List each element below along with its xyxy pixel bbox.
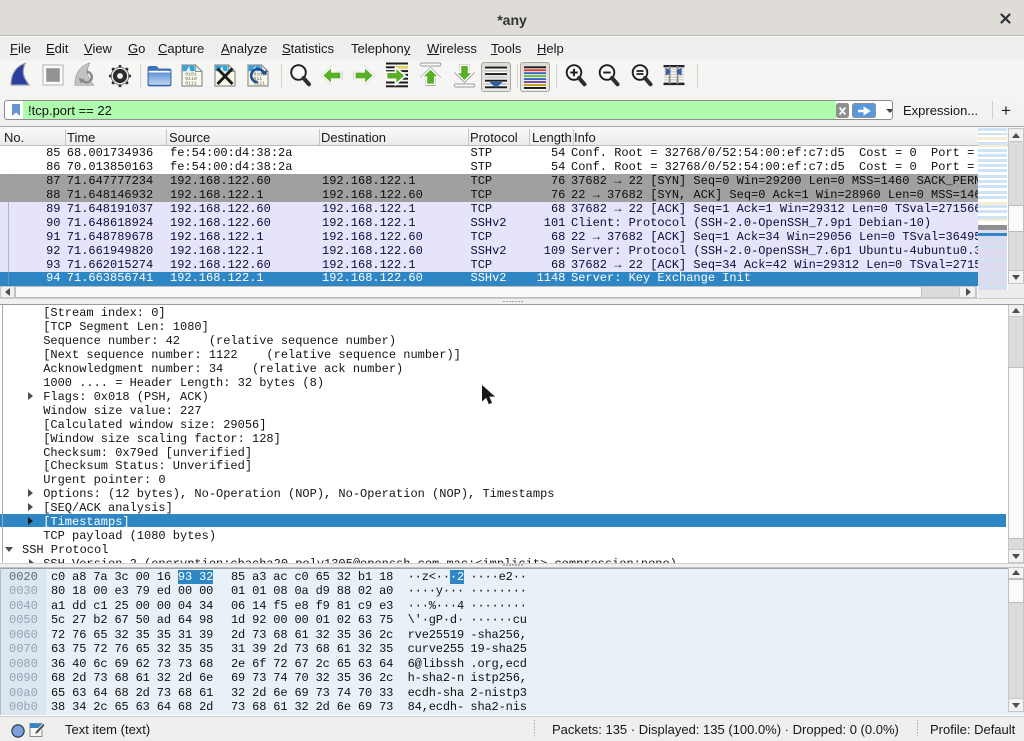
svg-text:0111: 0111 bbox=[185, 81, 197, 87]
